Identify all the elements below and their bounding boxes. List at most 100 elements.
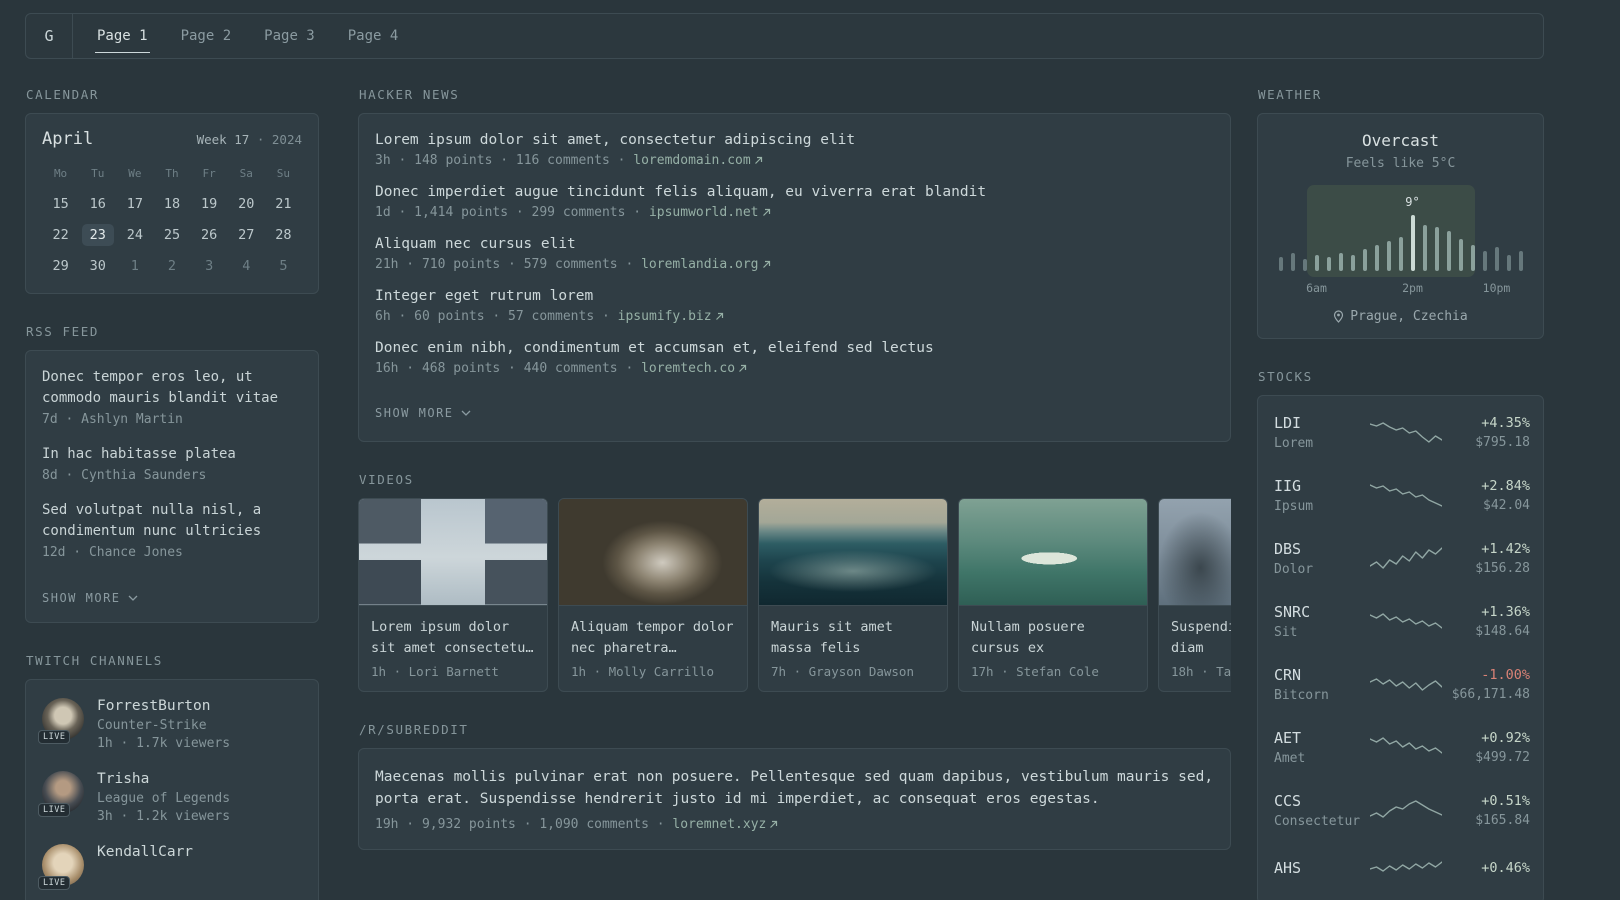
hn-item-source-link[interactable]: loremdomain.com [633,153,762,168]
location-pin-icon [1334,310,1344,323]
stock-id: AHS [1274,859,1370,881]
hn-show-more-label: SHOW MORE [375,406,454,420]
hn-item-source-link[interactable]: ipsumworld.net [649,205,771,220]
temperature-bar [1350,255,1355,271]
weather-time-axis: 6am 2pm 10pm [1275,281,1527,296]
weather-chart: 9° [1275,185,1527,277]
hn-item-title[interactable]: Aliquam nec cursus elit [375,236,1214,252]
chevron-down-icon [461,410,470,416]
stock-change: +1.42% [1481,541,1530,557]
video-title[interactable]: Lorem ipsum dolor sit amet consectetu… [371,617,535,659]
temperature-bar [1518,251,1523,271]
calendar-dow: Fr [202,167,216,180]
stock-values: +0.51% $165.84 [1442,793,1530,828]
hn-item-title[interactable]: Donec imperdiet augue tincidunt felis al… [375,184,1214,200]
weather-hour-column [1467,193,1479,271]
stock-id: IIG Ipsum [1274,477,1370,514]
weather-hour-column [1323,193,1335,271]
channel-name[interactable]: KendallCarr [97,844,193,860]
channel-avatar: LIVE [38,771,84,817]
video-card[interactable]: Nullam posuere cursus ex 17h · Stefan Co… [958,498,1148,692]
page-tab[interactable]: Page 4 [348,28,399,44]
video-thumbnail[interactable] [559,499,747,606]
temperature-bar [1482,251,1487,271]
rss-card: Donec tempor eros leo, ut commodo mauris… [25,350,319,623]
stock-change: -1.00% [1481,667,1530,683]
page-tabs: Page 1 Page 2 Page 3 Page 4 [73,14,422,58]
rss-item-title[interactable]: In hac habitasse platea [42,444,302,465]
stock-symbol: CCS [1274,792,1302,810]
video-title[interactable]: Nullam posuere cursus ex [971,617,1135,659]
temperature-bar [1506,255,1511,271]
hn-item-title[interactable]: Donec enim nibh, condimentum et accumsan… [375,340,1214,356]
channel-name[interactable]: Trisha [97,771,230,787]
video-title[interactable]: Suspendisse volutpat diam [1171,617,1231,659]
stock-price: $165.84 [1475,813,1530,828]
video-card[interactable]: Lorem ipsum dolor sit amet consectetu… 1… [358,498,548,692]
stock-change: +2.84% [1481,478,1530,494]
calendar-month: April [42,129,94,149]
stock-sparkline [1370,544,1442,574]
calendar-year: 2024 [271,132,302,147]
stock-change: +4.35% [1481,415,1530,431]
rss-item-title[interactable]: Sed volutpat nulla nisl, a condimentum n… [42,500,302,542]
page-tab[interactable]: Page 2 [181,28,232,44]
external-link-icon [770,820,778,828]
calendar-dow: Su [276,167,291,180]
video-title[interactable]: Aliquam tempor dolor nec pharetra… [571,617,735,659]
right-column: WEATHER Overcast Feels like 5°C 9° 6am 2p… [1257,87,1544,900]
stock-change: +0.46% [1481,860,1530,876]
video-thumbnail[interactable] [359,499,547,606]
video-card[interactable]: Suspendisse volutpat diam 18h · Tara [1158,498,1231,692]
hn-item-stats: 3h · 148 points · 116 comments · [375,153,634,168]
stock-symbol: SNRC [1274,603,1311,621]
video-title[interactable]: Mauris sit amet massa felis [771,617,935,659]
temperature-bar [1278,257,1283,271]
stock-row: LDI Lorem +4.35% $795.18 [1274,401,1530,464]
hn-item-source-link[interactable]: loremlandia.org [641,257,770,272]
rss-item: In hac habitasse platea 8d · Cynthia Sau… [42,444,302,483]
weather-hour-column [1431,193,1443,271]
weather-section: WEATHER Overcast Feels like 5°C 9° 6am 2p… [1257,87,1544,339]
rss-item: Sed volutpat nulla nisl, a condimentum n… [42,500,302,560]
stock-price: $499.72 [1475,750,1530,765]
channel-game: League of Legends [97,791,231,806]
stock-values: +1.36% $148.64 [1442,604,1530,639]
hn-item-title[interactable]: Lorem ipsum dolor sit amet, consectetur … [375,132,1214,148]
subreddit-post-title[interactable]: Maecenas mollis pulvinar erat non posuer… [375,766,1214,810]
channel-viewers: 1h · 1.7k viewers [97,736,231,751]
subreddit-source-link[interactable]: loremnet.xyz [672,817,778,832]
hn-item-source-link[interactable]: loremtech.co [641,361,747,376]
temperature-bar [1434,227,1439,271]
calendar-week-label: Week 17 [196,132,250,147]
hn-item: Integer eget rutrum lorem 6h · 60 points… [375,288,1214,324]
weather-hour-column [1383,193,1395,271]
temperature-bar [1410,215,1415,271]
home-logo[interactable]: G [26,14,73,58]
channel-name[interactable]: ForrestBurton [97,698,230,714]
calendar-dow: Th [165,167,179,180]
video-thumbnail[interactable] [1159,499,1231,606]
rss-show-more-button[interactable]: SHOW MORE [42,591,138,605]
calendar-day: 29 [52,257,69,274]
hn-item-title[interactable]: Integer eget rutrum lorem [375,288,1214,304]
calendar-day: 22 [52,226,69,243]
hn-show-more-button[interactable]: SHOW MORE [375,406,471,420]
rss-item-meta: 7d · Ashlyn Martin [42,412,183,427]
calendar-day: 1 [130,257,139,274]
hn-item-domain: ipsumworld.net [648,205,759,220]
rss-show-more-label: SHOW MORE [42,591,121,605]
page-tab[interactable]: Page 1 [95,28,150,53]
page-tab[interactable]: Page 3 [264,28,315,44]
twitch-channel[interactable]: LIVE KendallCarr [38,844,302,890]
hn-item-source-link[interactable]: ipsumify.biz [618,309,724,324]
video-card[interactable]: Mauris sit amet massa felis 7h · Grayson… [758,498,948,692]
video-card[interactable]: Aliquam tempor dolor nec pharetra… 1h · … [558,498,748,692]
rss-item-title[interactable]: Donec tempor eros leo, ut commodo mauris… [42,367,302,409]
twitch-channel[interactable]: LIVE Trisha League of Legends 3h · 1.2k … [38,771,302,824]
twitch-channel[interactable]: LIVE ForrestBurton Counter-Strike 1h · 1… [38,698,302,751]
stocks-section: STOCKS LDI Lorem +4.35% $795.18 IIG Ipsu… [1257,369,1544,900]
calendar-dow: Mo [53,167,68,180]
video-thumbnail[interactable] [759,499,947,606]
video-thumbnail[interactable] [959,499,1147,606]
